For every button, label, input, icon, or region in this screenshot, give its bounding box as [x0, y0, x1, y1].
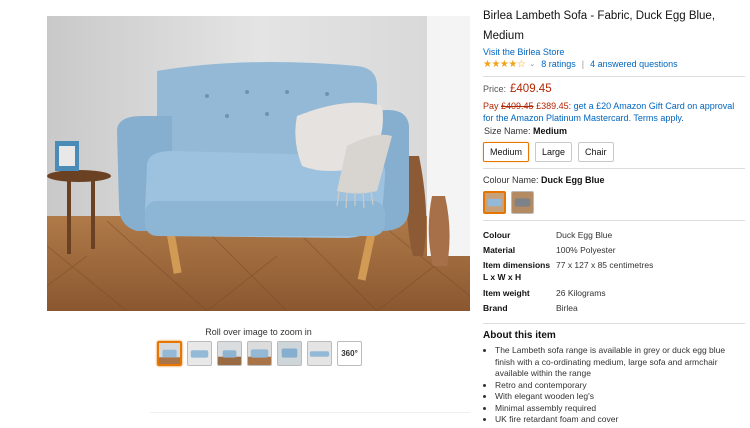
spec-row: Brand Birlea — [483, 302, 745, 317]
colour-selected-value: Duck Egg Blue — [541, 175, 605, 185]
divider — [150, 412, 470, 413]
spec-key: Brand — [483, 303, 508, 313]
promo-new-price: £389.45: — [536, 101, 572, 111]
product-title: Birlea Lambeth Sofa - Fabric, Duck Egg B… — [483, 10, 716, 42]
spec-row: Colour Duck Egg Blue — [483, 229, 745, 244]
main-product-image[interactable] — [47, 16, 470, 311]
spec-value: 26 Kilograms — [556, 288, 606, 298]
view-360-button[interactable]: 360° — [337, 341, 362, 366]
about-bullets: The Lambeth sofa range is available in g… — [483, 345, 745, 426]
size-label-text: Size Name: — [484, 126, 531, 136]
sofa-photo — [47, 16, 470, 311]
spec-value: Birlea — [556, 303, 578, 313]
about-title: About this item — [483, 330, 556, 341]
thumbnail-5[interactable] — [277, 341, 302, 366]
list-item: The Lambeth sofa range is available in g… — [495, 345, 745, 380]
price-label: Price: — [483, 84, 507, 94]
spec-row: Material 100% Polyester — [483, 244, 745, 259]
thumbnail-strip: 360° — [157, 341, 362, 366]
product-details: Birlea Lambeth Sofa - Fabric, Duck Egg B… — [483, 6, 745, 426]
divider — [483, 76, 745, 77]
size-medium-button[interactable]: Medium — [483, 142, 530, 162]
spec-value: 100% Polyester — [556, 245, 616, 255]
spec-value: Duck Egg Blue — [556, 230, 613, 240]
size-chair-button[interactable]: Chair — [578, 142, 614, 162]
spec-value: 77 x 127 x 85 centimetres — [556, 260, 654, 270]
list-item: Minimal assembly required — [495, 403, 745, 415]
view-360-label: 360° — [341, 349, 358, 358]
price-value: £409.45 — [510, 83, 552, 95]
promo-pay: Pay — [483, 101, 499, 111]
colour-options — [483, 191, 745, 214]
spec-key: Item dimensions L x W x H — [483, 260, 551, 282]
zoom-hint: Roll over image to zoom in — [205, 327, 312, 337]
questions-link[interactable]: 4 answered questions — [590, 59, 678, 69]
star-rating-icon[interactable]: ★★★★☆ — [483, 59, 526, 70]
chevron-down-icon[interactable]: ⌄ — [529, 60, 535, 68]
separator: | — [581, 59, 585, 69]
spec-row: Item weight 26 Kilograms — [483, 287, 745, 302]
thumbnail-1[interactable] — [157, 341, 182, 366]
colour-swatch-duck-egg-blue[interactable] — [483, 191, 506, 214]
size-options: Medium Large Chair — [483, 142, 745, 162]
store-link[interactable]: Visit the Birlea Store — [483, 47, 745, 57]
thumbnail-3[interactable] — [217, 341, 242, 366]
size-large-button[interactable]: Large — [535, 142, 573, 162]
promo-message: Pay £409.45 £389.45: get a £20 Amazon Gi… — [483, 100, 745, 124]
spec-key: Item weight — [483, 288, 530, 298]
list-item: With elegant wooden leg's — [495, 391, 745, 403]
divider — [483, 168, 745, 169]
spec-key: Colour — [483, 230, 511, 240]
ratings-link[interactable]: 8 ratings — [541, 59, 576, 69]
list-item: UK fire retardant foam and cover — [495, 414, 745, 426]
colour-name-label: Colour Name: Duck Egg Blue — [483, 175, 745, 185]
price-row: Price: £409.45 — [483, 83, 745, 95]
promo-old-price: £409.45 — [501, 101, 534, 111]
divider — [483, 220, 745, 221]
list-item: Retro and contemporary — [495, 380, 745, 392]
thumbnail-6[interactable] — [307, 341, 332, 366]
spec-key: Material — [483, 245, 516, 255]
divider — [483, 323, 745, 324]
spec-table: Colour Duck Egg Blue Material 100% Polye… — [483, 229, 745, 317]
rating-row: ★★★★☆ ⌄ 8 ratings | 4 answered questions — [483, 58, 745, 70]
size-selected-value: Medium — [533, 126, 568, 136]
colour-swatch-grey[interactable] — [511, 191, 534, 214]
colour-label-text: Colour Name: — [483, 175, 539, 185]
spec-row: Item dimensions L x W x H 77 x 127 x 85 … — [483, 259, 745, 287]
size-name-label: Size Name: Medium — [484, 126, 745, 136]
thumbnail-2[interactable] — [187, 341, 212, 366]
thumbnail-4[interactable] — [247, 341, 272, 366]
